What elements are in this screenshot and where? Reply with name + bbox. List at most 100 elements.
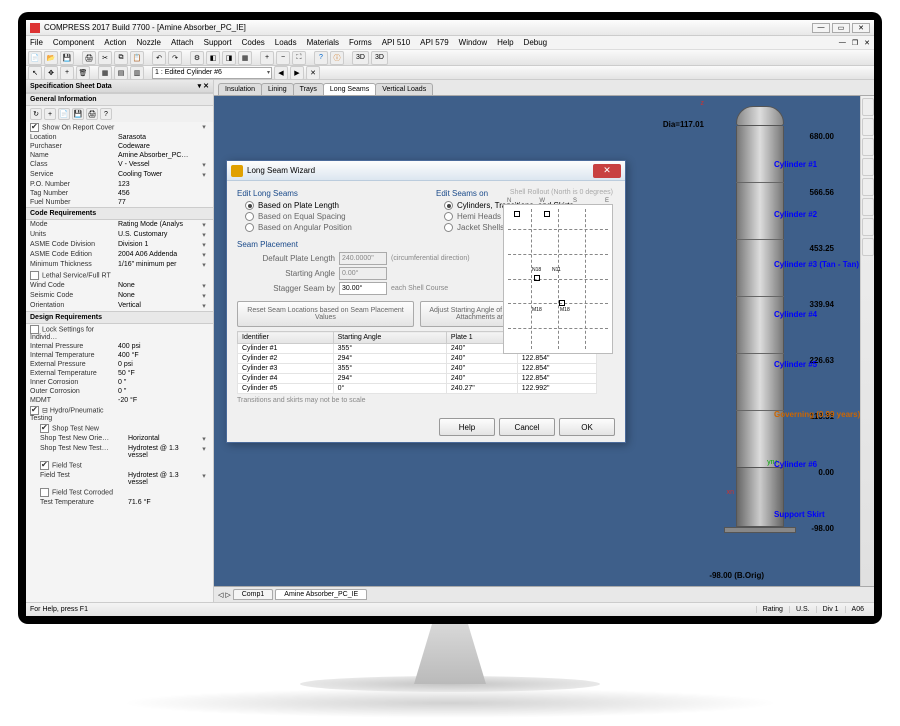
spec-row[interactable]: ModeRating Mode (Analys▾ [26,220,213,230]
view2d-icon[interactable]: 3D [371,51,388,65]
vessel-annotation[interactable]: Cylinder #6 [774,460,817,469]
spec-value[interactable]: None [118,292,199,300]
spec-row[interactable]: Tag Number456 [26,189,213,198]
table-row[interactable]: Cylinder #50°240.27"122.992" [238,384,597,394]
spec-value[interactable]: Rating Mode (Analys [118,221,199,229]
dropdown-icon[interactable]: ▾ [199,261,209,269]
tool4-icon[interactable]: ▦ [238,51,252,65]
spec-value[interactable]: 71.6 °F [128,499,209,506]
dropdown-icon[interactable]: ▾ [199,302,209,310]
table-cell[interactable]: 0° [333,384,446,394]
vessel-graphic[interactable] [736,106,784,566]
checkbox[interactable] [40,424,49,433]
spec-row[interactable]: NameAmine Absorber_PC… [26,151,213,160]
component-selector[interactable]: 1 : Edited Cylinder #6 [152,67,272,79]
vessel-annotation[interactable]: Cylinder #5 [774,360,817,369]
help-icon[interactable]: ? [314,51,328,65]
spec-row[interactable]: Field Test Corroded [26,487,213,498]
print-icon[interactable]: 🖨 [82,51,96,65]
vessel-annotation[interactable]: Cylinder #3 (Tan - Tan) [774,260,859,269]
zoom-in-icon[interactable]: + [260,51,274,65]
menu-materials[interactable]: Materials [305,38,341,47]
rail-btn[interactable] [862,218,874,236]
spec-value[interactable] [118,271,209,280]
spec-row[interactable]: ⊟ Hydro/Pneumatic Testing [26,405,213,423]
spec-value[interactable] [118,123,199,132]
checkbox[interactable] [30,406,39,415]
zoom-out-icon[interactable]: − [276,51,290,65]
table-cell[interactable]: 294° [333,374,446,384]
help-button[interactable]: Help [439,418,495,436]
select-icon[interactable]: ↖ [28,66,42,80]
section-tool-icon[interactable]: 🖨 [86,108,98,120]
grid2-icon[interactable]: ▤ [114,66,128,80]
menu-loads[interactable]: Loads [273,38,299,47]
menu-action[interactable]: Action [102,38,128,47]
spec-row[interactable]: UnitsU.S. Customary▾ [26,230,213,240]
tab-nav-icon[interactable]: ◁ ▷ [218,591,231,599]
spec-value[interactable] [128,424,209,433]
vessel-annotation[interactable]: Governing (0.99 years) [774,410,860,419]
spec-value[interactable]: V - Vessel [118,161,199,169]
spec-value[interactable]: 2004 A06 Addenda [118,251,199,259]
save-icon[interactable]: 💾 [60,51,74,65]
menu-support[interactable]: Support [202,38,234,47]
table-cell[interactable]: 240" [446,374,517,384]
reset-seam-locations-button[interactable]: Reset Seam Locations based on Seam Place… [237,301,414,327]
field-input[interactable]: 30.00° [339,282,387,295]
section-tool-icon[interactable]: 📄 [58,108,70,120]
spec-row[interactable]: Field TestHydrotest @ 1.3 vessel▾ [26,471,213,487]
section-tool-icon[interactable]: 💾 [72,108,84,120]
grid-icon[interactable]: ▦ [98,66,112,80]
spec-row[interactable]: Internal Pressure400 psi [26,342,213,351]
spec-row[interactable]: MDMT-20 °F [26,396,213,405]
menu-file[interactable]: File [28,38,45,47]
spec-row[interactable]: Show On Report Cover▾ [26,122,213,133]
vessel-annotation[interactable]: Cylinder #4 [774,310,817,319]
spec-value[interactable]: 1/16" minimum per [118,261,199,269]
spec-row[interactable]: Internal Temperature400 °F [26,351,213,360]
table-cell[interactable]: 355° [333,364,446,374]
spec-row[interactable]: ASME Code Edition2004 A06 Addenda▾ [26,250,213,260]
panel-dropdown-icon[interactable]: ▾ ✕ [198,82,209,90]
menu-codes[interactable]: Codes [240,38,267,47]
open-icon[interactable]: 📂 [44,51,58,65]
spec-value[interactable]: 456 [118,190,209,197]
table-cell[interactable]: 122.854" [517,374,596,384]
dropdown-icon[interactable]: ▾ [199,241,209,249]
menu-component[interactable]: Component [51,38,96,47]
dropdown-icon[interactable]: ▾ [199,445,209,459]
rail-btn[interactable] [862,238,874,256]
spec-value[interactable]: 0 " [118,379,209,386]
spec-row[interactable]: Lock Settings for Individ… [26,324,213,342]
dialog-titlebar[interactable]: Long Seam Wizard ✕ [227,161,625,181]
vessel-annotation[interactable]: Cylinder #1 [774,160,817,169]
nav-close-icon[interactable]: ✕ [306,66,320,80]
tool3-icon[interactable]: ◨ [222,51,236,65]
spec-row[interactable]: ASME Code DivisionDivision 1▾ [26,240,213,250]
copy-icon[interactable]: ⧉ [114,51,128,65]
spec-value[interactable] [118,325,209,341]
spec-value[interactable]: 0 psi [118,361,209,368]
table-cell[interactable]: Cylinder #1 [238,344,334,354]
spec-value[interactable]: Division 1 [118,241,199,249]
spec-value[interactable]: 50 °F [118,370,209,377]
spec-row[interactable]: Test Temperature71.6 °F [26,498,213,507]
spec-row[interactable]: Field Test [26,460,213,471]
mdi-minimize[interactable]: — [837,39,848,47]
dropdown-icon[interactable]: ▾ [199,282,209,290]
spec-value[interactable]: Amine Absorber_PC… [118,152,209,159]
menu-forms[interactable]: Forms [347,38,374,47]
spec-value[interactable]: Horizontal [128,435,199,443]
spec-row[interactable]: Shop Test New [26,423,213,434]
mdi-restore[interactable]: ❐ [850,39,860,47]
minimize-button[interactable]: — [812,23,830,33]
table-cell[interactable]: 122.992" [517,384,596,394]
grid3-icon[interactable]: ▥ [130,66,144,80]
dropdown-icon[interactable]: ▾ [199,472,209,486]
spec-value[interactable] [128,488,209,497]
vessel-annotation[interactable]: Cylinder #2 [774,210,817,219]
redo-icon[interactable]: ↷ [168,51,182,65]
spec-row[interactable]: Inner Corrosion0 " [26,378,213,387]
vessel-annotation[interactable]: Support Skirt [774,510,825,519]
